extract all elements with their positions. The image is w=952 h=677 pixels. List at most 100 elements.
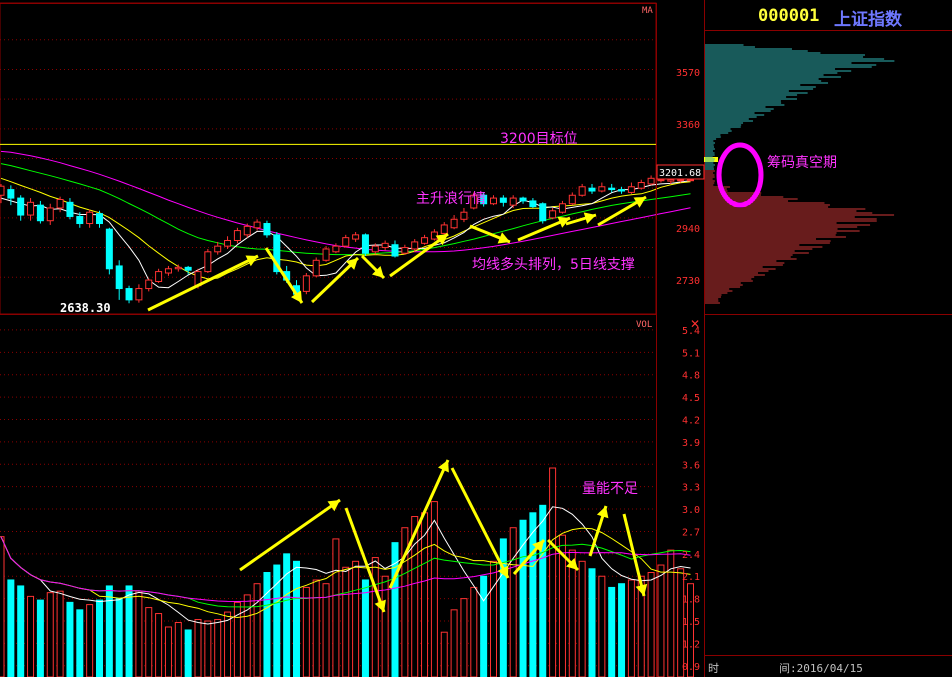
- volume-tick-label: 2.1: [682, 572, 700, 583]
- volume-arrow: [450, 467, 510, 579]
- volume-bar: [647, 572, 655, 677]
- volume-bar: [174, 622, 182, 677]
- candle-body: [539, 203, 547, 222]
- candle-body: [66, 201, 74, 217]
- volume-tick-label: 2.4: [682, 550, 700, 561]
- volume-bar: [539, 504, 547, 677]
- chip-distribution-bars: [705, 44, 895, 304]
- annotation-target: 3200目标位: [500, 131, 578, 147]
- volume-arrow: [388, 459, 450, 589]
- price-arrow-shaft: [147, 254, 259, 312]
- candle-body: [529, 200, 537, 208]
- volume-bar: [105, 585, 113, 677]
- price-arrow-head: [435, 234, 448, 246]
- annotation-chip-vacuum: 筹码真空期: [767, 154, 837, 171]
- volume-bar: [598, 575, 606, 677]
- candle-body: [145, 279, 153, 290]
- volume-bar: [460, 598, 468, 677]
- candle-body: [549, 210, 557, 219]
- candle-body: [608, 187, 616, 191]
- candle-body: [677, 179, 685, 182]
- candle-body: [342, 237, 350, 247]
- candle-body: [667, 179, 675, 182]
- volume-bar: [115, 598, 123, 677]
- volume-bar: [657, 564, 665, 677]
- volume-tick-label: 5.1: [682, 348, 700, 359]
- candle-body: [460, 211, 468, 220]
- volume-bar: [7, 579, 15, 677]
- candle-body: [627, 186, 635, 193]
- candle-body: [224, 239, 232, 247]
- volume-bar: [76, 609, 84, 677]
- candle-body: [352, 234, 360, 240]
- volume-bars: [0, 467, 694, 677]
- volume-bar: [361, 579, 369, 677]
- volume-bar: [184, 629, 192, 677]
- price-panel[interactable]: MA 2638.30 3200目标位 主升浪行情 均线多头排列，5日线支撑: [0, 2, 694, 315]
- volume-bar: [36, 599, 44, 677]
- volume-bar: [56, 590, 64, 677]
- volume-bar: [618, 583, 626, 677]
- price-arrow: [597, 195, 647, 227]
- volume-bar: [490, 560, 497, 677]
- volume-bar: [332, 538, 340, 677]
- volume-bar: [194, 619, 202, 677]
- volume-bar: [312, 579, 320, 677]
- candle-body: [263, 223, 271, 236]
- candle-body: [214, 245, 222, 253]
- volume-arrow-shaft: [450, 467, 510, 579]
- volume-bar: [588, 568, 596, 677]
- candle-body: [519, 197, 527, 202]
- candle-body: [568, 194, 576, 205]
- main-chart-svg: MA 2638.30 3200目标位 主升浪行情 均线多头排列，5日线支撑 35…: [0, 0, 952, 677]
- price-tick-3570: 3570: [676, 68, 700, 79]
- candle-body: [411, 241, 419, 250]
- volume-panel[interactable]: VOL 量能不足: [0, 3, 694, 677]
- chip-distribution: 筹码真空期 ✕ 时 间:2016/04/15: [690, 30, 952, 675]
- candle-body: [17, 197, 25, 216]
- volume-bar: [145, 607, 153, 677]
- volume-bar: [627, 579, 635, 677]
- volume-bar: [293, 560, 300, 677]
- candle-body: [450, 218, 458, 229]
- volume-bar: [164, 626, 172, 677]
- volume-bar: [450, 609, 458, 677]
- volume-bar: [578, 560, 586, 677]
- volume-bar: [214, 619, 222, 677]
- candle-body: [509, 197, 517, 206]
- candle-body: [174, 266, 182, 270]
- volume-bar: [46, 592, 54, 677]
- candle-body: [27, 201, 35, 216]
- candle-body: [598, 186, 606, 192]
- current-price-label: 3201.68: [659, 168, 701, 179]
- volume-bar: [342, 566, 350, 677]
- candle-body: [637, 182, 645, 189]
- volume-bar: [381, 575, 389, 677]
- volume-bar: [549, 467, 557, 677]
- volume-bar: [204, 620, 212, 677]
- volume-bar: [125, 585, 133, 677]
- volume-bar: [509, 527, 517, 677]
- volume-bar: [440, 631, 448, 677]
- close-icon[interactable]: ✕: [690, 317, 700, 331]
- candle-body: [302, 275, 310, 292]
- volume-bar: [155, 613, 163, 677]
- candle-body: [96, 213, 103, 225]
- volume-tick-label: 3.9: [682, 438, 700, 449]
- candle-body: [440, 224, 448, 234]
- ma-indicator-label: MA: [642, 6, 653, 16]
- security-code: 000001: [758, 6, 820, 26]
- candle-body: [125, 288, 133, 301]
- price-arrow: [469, 224, 511, 244]
- candle-body: [371, 245, 379, 253]
- candle-body: [56, 198, 64, 209]
- footer-time-label: 时: [708, 662, 719, 675]
- volume-bar: [17, 585, 25, 677]
- volume-tick-label: 4.2: [682, 415, 700, 426]
- candle-body: [391, 244, 399, 257]
- candle-body: [184, 266, 192, 271]
- volume-tick-label: 3.3: [682, 483, 700, 494]
- candle-body: [7, 189, 15, 199]
- candle-body: [135, 288, 143, 301]
- candle-body: [490, 197, 497, 205]
